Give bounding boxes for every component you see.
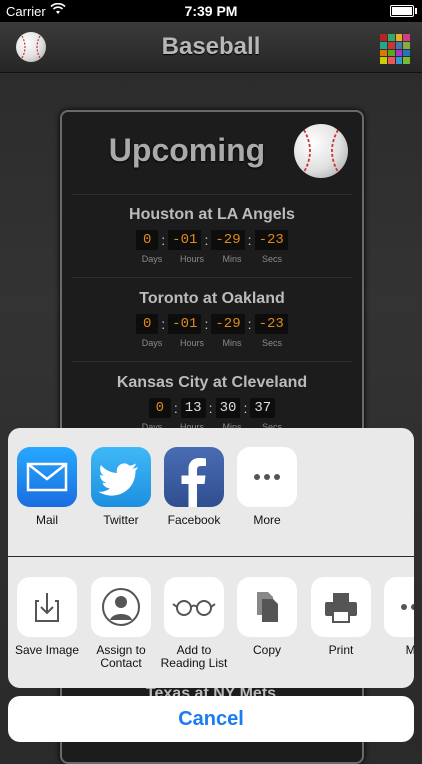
save-image-button[interactable]: Save Image bbox=[11, 577, 83, 657]
share-sheet: Mail Twitter Facebook More Save Image As… bbox=[8, 428, 414, 688]
color-grid-cell bbox=[395, 57, 403, 64]
print-button[interactable]: Print bbox=[305, 577, 377, 657]
days-value: 0 bbox=[148, 398, 171, 418]
color-grid-cell bbox=[380, 49, 387, 57]
game-item[interactable]: Houston at LA Angels 0: -01: -29: -23 Da… bbox=[62, 206, 362, 264]
color-grid-cell bbox=[395, 49, 403, 57]
action-label: Print bbox=[328, 643, 354, 657]
color-grid-cell bbox=[403, 41, 410, 49]
share-app-label: More bbox=[253, 513, 281, 527]
mail-icon bbox=[17, 447, 77, 507]
days-label: Days bbox=[141, 254, 163, 264]
color-grid-cell bbox=[380, 34, 387, 41]
share-app-label: Mail bbox=[35, 513, 58, 527]
action-label: Add to Reading List bbox=[160, 643, 228, 670]
secs-value: 37 bbox=[250, 398, 276, 418]
secs-value: -23 bbox=[254, 230, 288, 250]
color-grid-cell bbox=[380, 41, 387, 49]
game-item[interactable]: Kansas City at Cleveland 0: 13: 30: 37 D… bbox=[62, 374, 362, 432]
share-app-label: Facebook bbox=[167, 513, 221, 527]
mins-value: -29 bbox=[211, 230, 245, 250]
action-label: Mo bbox=[405, 643, 414, 657]
divider bbox=[72, 361, 352, 362]
cancel-button[interactable]: Cancel bbox=[8, 696, 414, 742]
more-actions-button[interactable]: Mo bbox=[378, 577, 414, 657]
mins-value: -29 bbox=[211, 314, 245, 334]
color-grid-cell bbox=[380, 57, 387, 64]
copy-icon bbox=[237, 577, 297, 637]
hours-value: 13 bbox=[180, 398, 206, 418]
game-name: Kansas City at Cleveland bbox=[116, 374, 308, 391]
color-grid-cell bbox=[395, 34, 403, 41]
secs-label: Secs bbox=[261, 254, 282, 264]
hours-value: -01 bbox=[168, 314, 202, 334]
share-actions-row: Save Image Assign to Contact Add to Read… bbox=[8, 557, 414, 688]
game-item[interactable]: Toronto at Oakland 0: -01: -29: -23 Days… bbox=[62, 290, 362, 348]
mins-label: Mins bbox=[222, 254, 242, 264]
days-label: Days bbox=[141, 338, 163, 348]
color-grid-cell bbox=[387, 57, 395, 64]
twitter-icon bbox=[91, 447, 151, 507]
countdown: 0: -01: -29: -23 bbox=[62, 314, 362, 334]
copy-button[interactable]: Copy bbox=[231, 577, 303, 657]
share-app-label: Twitter bbox=[103, 513, 139, 527]
color-grid-cell bbox=[403, 57, 410, 64]
share-more-button[interactable]: More bbox=[231, 447, 303, 527]
divider bbox=[72, 194, 352, 195]
action-label: Copy bbox=[252, 643, 281, 657]
share-twitter-button[interactable]: Twitter bbox=[85, 447, 157, 527]
action-label: Save Image bbox=[14, 643, 80, 657]
glasses-icon bbox=[164, 577, 224, 637]
color-grid-cell bbox=[403, 34, 410, 41]
color-grid-cell bbox=[395, 41, 403, 49]
color-grid-cell bbox=[403, 49, 410, 57]
days-value: 0 bbox=[136, 314, 159, 334]
countdown-labels: Days Hours Mins Secs bbox=[62, 338, 362, 348]
mins-label: Mins bbox=[222, 338, 242, 348]
game-name: Houston at LA Angels bbox=[129, 206, 295, 223]
days-value: 0 bbox=[136, 230, 159, 250]
secs-label: Secs bbox=[261, 338, 282, 348]
game-name: Toronto at Oakland bbox=[139, 290, 285, 307]
hours-label: Hours bbox=[179, 338, 204, 348]
countdown-labels: Days Hours Mins Secs bbox=[62, 254, 362, 264]
battery-icon bbox=[390, 5, 417, 17]
share-facebook-button[interactable]: Facebook bbox=[158, 447, 230, 527]
print-icon bbox=[311, 577, 371, 637]
color-grid-cell bbox=[387, 49, 395, 57]
share-apps-row: Mail Twitter Facebook More bbox=[8, 428, 414, 556]
baseball-icon bbox=[294, 124, 348, 178]
share-mail-button[interactable]: Mail bbox=[11, 447, 83, 527]
status-time: 7:39 PM bbox=[184, 3, 238, 19]
color-grid-icon[interactable] bbox=[380, 34, 410, 64]
battery-fill bbox=[392, 7, 412, 15]
countdown: 0: 13: 30: 37 bbox=[62, 398, 362, 418]
hours-value: -01 bbox=[168, 230, 202, 250]
save-image-icon bbox=[17, 577, 77, 637]
more-icon bbox=[384, 577, 414, 637]
action-label: Assign to Contact bbox=[96, 643, 146, 670]
assign-to-contact-button[interactable]: Assign to Contact bbox=[85, 577, 157, 670]
navigation-bar: Baseball bbox=[0, 22, 422, 73]
facebook-icon bbox=[164, 447, 224, 507]
contact-icon bbox=[91, 577, 151, 637]
status-bar: Carrier 7:39 PM bbox=[0, 0, 422, 22]
color-grid-cell bbox=[387, 41, 395, 49]
countdown: 0: -01: -29: -23 bbox=[62, 230, 362, 250]
secs-value: -23 bbox=[254, 314, 288, 334]
hours-label: Hours bbox=[179, 254, 204, 264]
more-icon bbox=[237, 447, 297, 507]
add-to-reading-list-button[interactable]: Add to Reading List bbox=[158, 577, 230, 670]
divider bbox=[72, 277, 352, 278]
mins-value: 30 bbox=[215, 398, 241, 418]
color-grid-cell bbox=[387, 34, 395, 41]
page-title: Baseball bbox=[161, 33, 261, 60]
